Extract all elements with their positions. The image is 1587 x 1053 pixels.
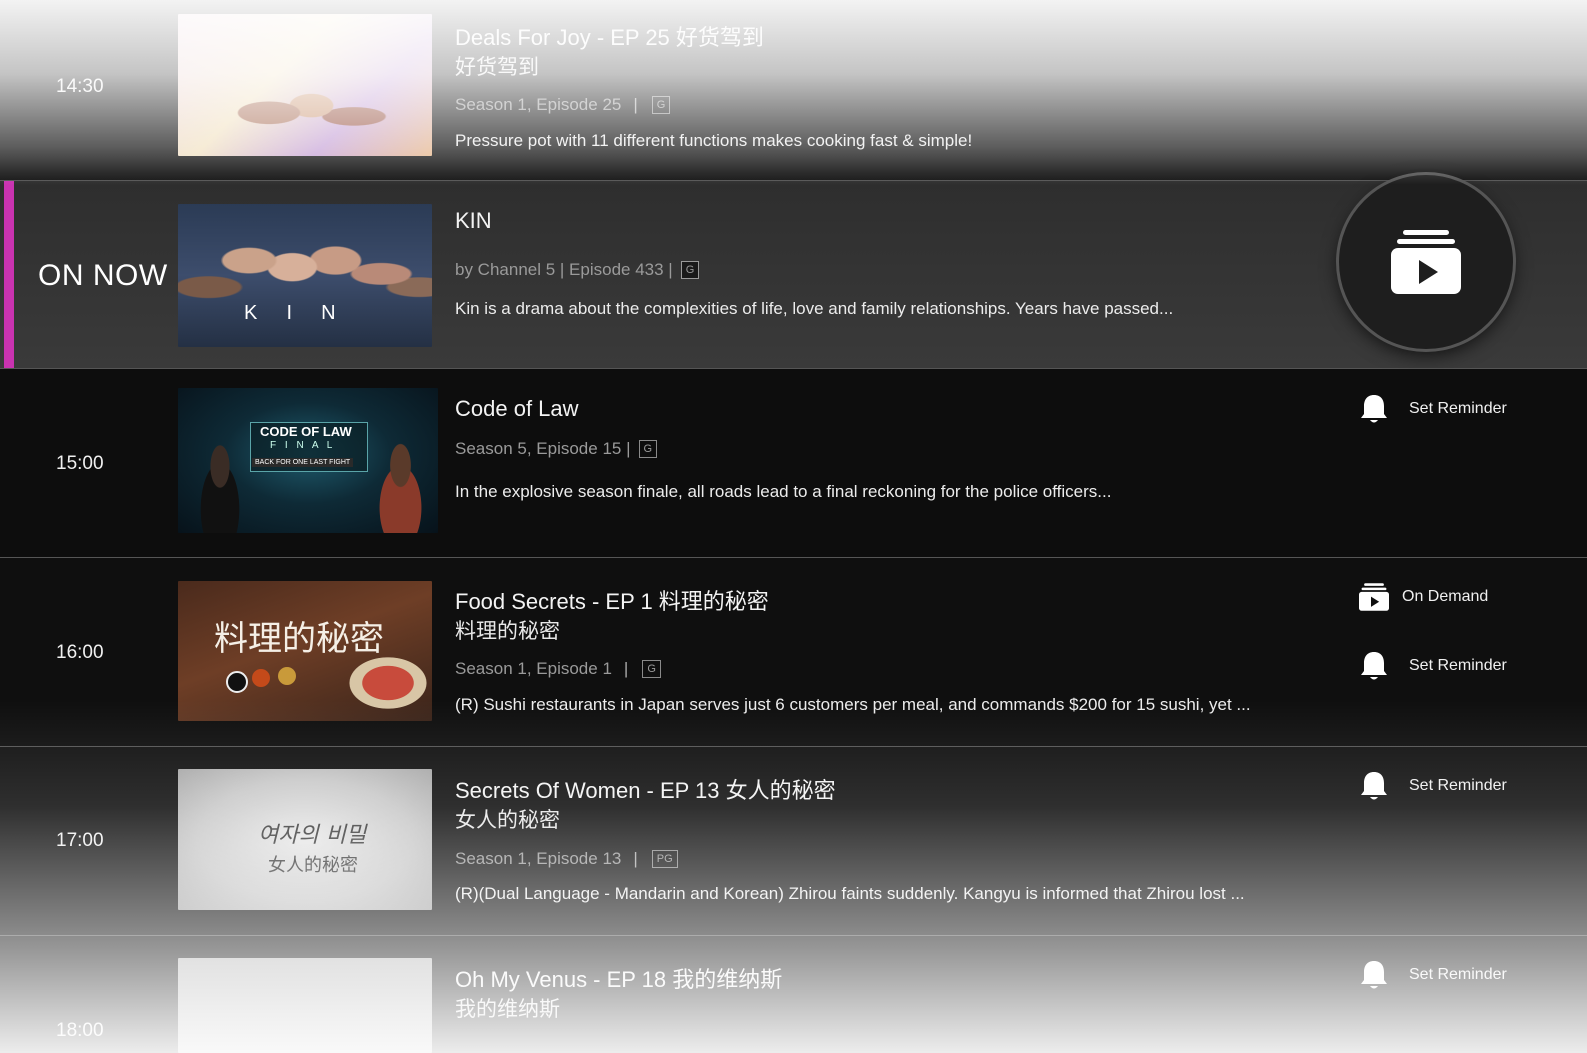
- program-row-on-now[interactable]: ON NOW K I N KIN by Channel 5 | Episode …: [0, 175, 1587, 369]
- episode-info: by Channel 5 | Episode 433 |: [455, 260, 673, 279]
- on-now-accent-bar: [4, 181, 14, 368]
- program-subtitle: 女人的秘密: [455, 809, 560, 832]
- program-thumbnail[interactable]: [178, 958, 432, 1053]
- meta-separator: |: [633, 849, 638, 868]
- program-row[interactable]: 15:00 CODE OF LAW F I N A L BACK FOR ONE…: [0, 369, 1587, 558]
- bell-icon: [1361, 652, 1387, 680]
- thumbnail-subtitle: 女人的秘密: [268, 855, 358, 876]
- set-reminder-label: Set Reminder: [1409, 400, 1507, 417]
- program-title: Secrets Of Women - EP 13 女人的秘密: [455, 778, 836, 803]
- program-description: Kin is a drama about the complexities of…: [455, 299, 1174, 318]
- program-subtitle: 料理的秘密: [455, 620, 560, 643]
- set-reminder-button[interactable]: Set Reminder: [1359, 959, 1507, 991]
- program-meta: Season 5, Episode 15 | G: [455, 439, 658, 459]
- rating-badge: G: [680, 261, 700, 279]
- program-subtitle: 好货驾到: [455, 56, 539, 79]
- rating-badge: G: [642, 660, 661, 678]
- program-thumbnail[interactable]: CODE OF LAW F I N A L BACK FOR ONE LAST …: [178, 388, 438, 533]
- program-row[interactable]: 16:00 料理的秘密 Food Secrets - EP 1 料理的秘密 料理…: [0, 558, 1587, 747]
- program-meta: Season 1, Episode 1 | G: [455, 659, 661, 679]
- program-time: 14:30: [56, 76, 104, 97]
- thumbnail-title: CODE OF LAW: [260, 424, 352, 439]
- program-row[interactable]: 17:00 여자의 비밀 女人的秘密 Secrets Of Women - EP…: [0, 747, 1587, 936]
- program-thumbnail[interactable]: [178, 14, 432, 156]
- program-description: Pressure pot with 11 different functions…: [455, 131, 973, 150]
- watch-now-button[interactable]: [1339, 175, 1513, 349]
- program-thumbnail[interactable]: 여자의 비밀 女人的秘密: [178, 769, 432, 910]
- program-subtitle: 我的维纳斯: [455, 998, 560, 1021]
- tv-guide-list: 14:30 Deals For Joy - EP 25 好货驾到 好货驾到 Se…: [0, 0, 1587, 1053]
- program-title: KIN: [455, 208, 492, 233]
- play-on-demand-icon: [1391, 230, 1461, 294]
- thumbnail-title: 여자의 비밀: [258, 823, 367, 848]
- program-meta: Season 1, Episode 25 | G: [455, 95, 671, 115]
- program-row[interactable]: 18:00 Oh My Venus - EP 18 我的维纳斯 我的维纳斯 Se…: [0, 936, 1587, 1053]
- program-description: (R) Sushi restaurants in Japan serves ju…: [455, 695, 1251, 714]
- rating-badge: PG: [651, 850, 678, 868]
- program-thumbnail[interactable]: K I N: [178, 204, 432, 347]
- on-now-label: ON NOW: [38, 259, 168, 292]
- rating-badge: G: [638, 440, 658, 458]
- rating-badge: G: [651, 96, 671, 114]
- program-time: 16:00: [56, 642, 104, 663]
- bell-icon: [1361, 772, 1387, 800]
- program-thumbnail[interactable]: 料理的秘密: [178, 581, 432, 721]
- program-title: Food Secrets - EP 1 料理的秘密: [455, 589, 769, 614]
- program-row[interactable]: 14:30 Deals For Joy - EP 25 好货驾到 好货驾到 Se…: [0, 0, 1587, 181]
- thumbnail-subtitle: F I N A L: [270, 440, 336, 451]
- program-title: Oh My Venus - EP 18 我的维纳斯: [455, 967, 783, 992]
- program-time: 17:00: [56, 830, 104, 851]
- program-description: (R)(Dual Language - Mandarin and Korean)…: [455, 884, 1245, 903]
- program-title: Deals For Joy - EP 25 好货驾到: [455, 25, 764, 50]
- bell-icon: [1361, 961, 1387, 989]
- set-reminder-label: Set Reminder: [1409, 777, 1507, 794]
- program-time: 15:00: [56, 453, 104, 474]
- set-reminder-label: Set Reminder: [1409, 966, 1507, 983]
- thumbnail-title: 料理的秘密: [214, 619, 384, 659]
- episode-info: Season 5, Episode 15 |: [455, 439, 631, 458]
- bell-icon: [1361, 395, 1387, 423]
- meta-separator: |: [623, 659, 629, 678]
- set-reminder-button[interactable]: Set Reminder: [1359, 650, 1507, 682]
- program-meta: Season 1, Episode 13 | PG: [455, 849, 678, 869]
- episode-info: Season 1, Episode 25: [455, 95, 622, 114]
- on-demand-icon: [1359, 583, 1389, 611]
- program-title: Code of Law: [455, 396, 579, 421]
- episode-info: Season 1, Episode 13: [455, 849, 622, 868]
- thumbnail-tagline: BACK FOR ONE LAST FIGHT: [252, 458, 354, 467]
- program-description: In the explosive season finale, all road…: [455, 482, 1112, 501]
- set-reminder-label: Set Reminder: [1409, 657, 1507, 674]
- on-demand-button[interactable]: On Demand: [1359, 582, 1488, 612]
- set-reminder-button[interactable]: Set Reminder: [1359, 770, 1507, 802]
- meta-separator: |: [633, 95, 638, 114]
- program-time: 18:00: [56, 1020, 104, 1041]
- episode-info: Season 1, Episode 1: [455, 659, 612, 678]
- thumbnail-title: K I N: [244, 302, 342, 324]
- on-demand-label: On Demand: [1402, 588, 1489, 605]
- program-meta: by Channel 5 | Episode 433 | G: [455, 260, 700, 280]
- set-reminder-button[interactable]: Set Reminder: [1359, 393, 1507, 425]
